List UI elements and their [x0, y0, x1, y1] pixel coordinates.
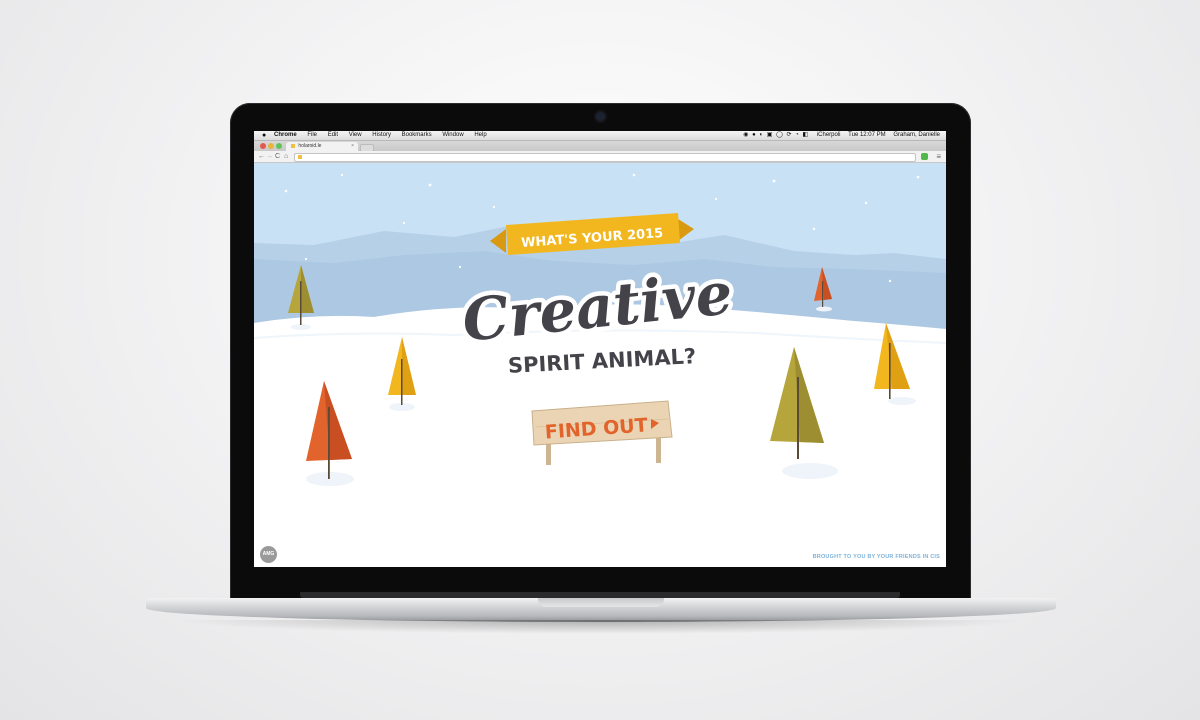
laptop-screen: ● Chrome File Edit View History Bookmark…	[254, 131, 946, 567]
tab-favicon-icon	[291, 143, 295, 148]
laptop-base	[146, 598, 1056, 622]
browser-tab-bar: holaroid.le ×	[254, 141, 946, 152]
browser-tab[interactable]: holaroid.le ×	[286, 142, 358, 151]
close-window-button[interactable]	[260, 143, 266, 149]
address-favicon-icon	[298, 155, 302, 159]
menu-window[interactable]: Window	[442, 132, 463, 138]
winter-scene: WHAT'S YOUR 2015 Creative Creative SPIRI…	[254, 163, 946, 567]
address-bar[interactable]	[294, 153, 916, 162]
tab-close-icon[interactable]: ×	[351, 142, 354, 151]
menubar-user-short[interactable]: iCherpoli	[817, 132, 841, 138]
camera-icon	[596, 112, 605, 121]
menu-history[interactable]: History	[372, 132, 391, 138]
credit-link[interactable]: BROUGHT TO YOU BY YOUR FRIENDS IN CIS	[813, 554, 940, 560]
status-tray-icons[interactable]: ◉ ● ◐ ▣ ◯ ⟳ ◔ ◧	[743, 132, 809, 138]
laptop-shadow	[170, 620, 1030, 634]
minimize-window-button[interactable]	[268, 143, 274, 149]
laptop-lid: ● Chrome File Edit View History Bookmark…	[230, 103, 971, 603]
chrome-menu-icon[interactable]: ≡	[936, 151, 941, 162]
menu-items: Chrome File Edit View History Bookmarks …	[274, 131, 496, 140]
zoom-window-button[interactable]	[276, 143, 282, 149]
browser-toolbar: ← → C ⌂ ≡	[254, 151, 946, 163]
menu-file[interactable]: File	[307, 132, 317, 138]
menubar-user-name[interactable]: Graham, Danielle	[893, 132, 940, 138]
web-page: WHAT'S YOUR 2015 Creative Creative SPIRI…	[254, 163, 946, 567]
mac-menu-bar: ● Chrome File Edit View History Bookmark…	[254, 131, 946, 141]
menubar-clock[interactable]: Tue 12:07 PM	[848, 132, 885, 138]
menu-edit[interactable]: Edit	[328, 132, 338, 138]
reload-button[interactable]: C	[275, 151, 280, 162]
back-button[interactable]: ←	[258, 151, 265, 162]
menubar-status: ◉ ● ◐ ▣ ◯ ⟳ ◔ ◧ iCherpoli Tue 12:07 PM G…	[737, 131, 940, 140]
home-button[interactable]: ⌂	[284, 151, 288, 162]
amg-logo[interactable]: AMG	[260, 546, 277, 563]
menu-bookmarks[interactable]: Bookmarks	[402, 132, 432, 138]
base-notch	[538, 598, 664, 607]
extension-icon[interactable]	[921, 153, 928, 160]
menu-app-name[interactable]: Chrome	[274, 132, 297, 138]
menu-help[interactable]: Help	[474, 132, 486, 138]
apple-icon[interactable]: ●	[262, 131, 266, 140]
forward-button[interactable]: →	[266, 151, 273, 162]
tab-title: holaroid.le	[298, 143, 322, 149]
menu-view[interactable]: View	[349, 132, 362, 138]
